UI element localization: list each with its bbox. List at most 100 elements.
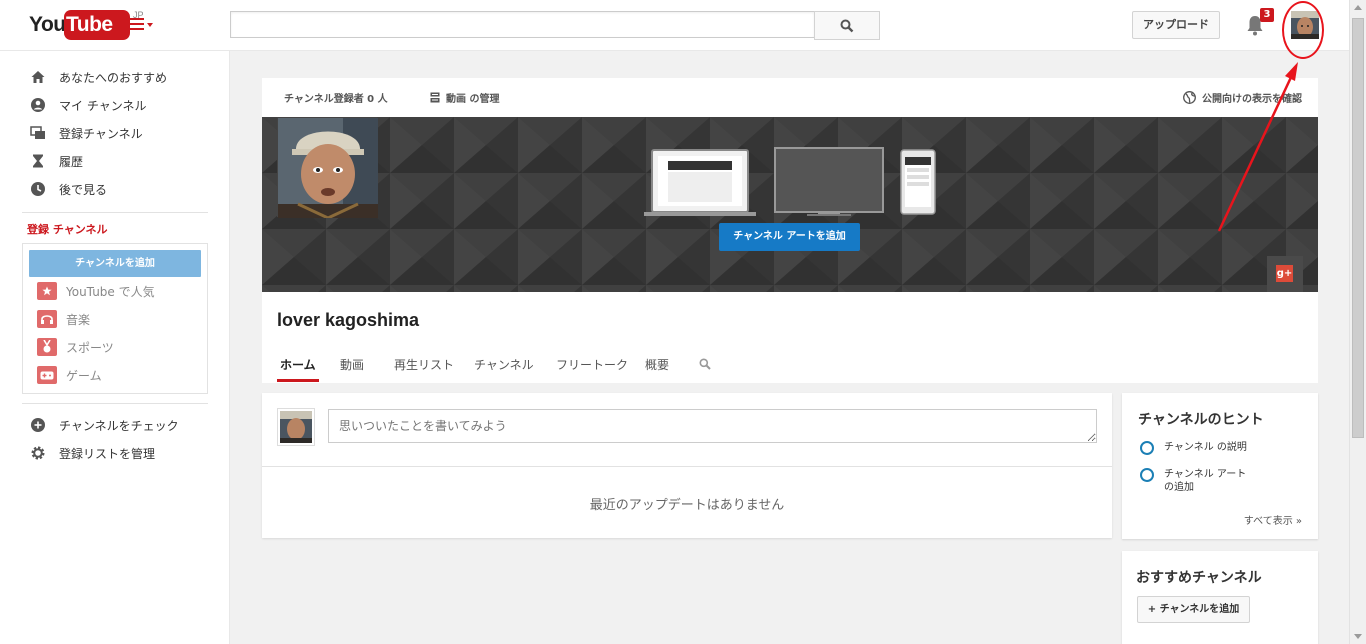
subscriptions-icon xyxy=(30,126,45,139)
google-plus-link[interactable]: g+ xyxy=(1267,256,1303,292)
sidebar-item-subscriptions[interactable]: 登録チャンネル xyxy=(30,123,143,143)
sidebar-item-label: 履歴 xyxy=(59,154,84,169)
sidebar-item-label: あなたへのおすすめ xyxy=(59,70,168,85)
add-channel-art-button[interactable]: チャンネル アートを追加 xyxy=(719,223,860,251)
logo-tube-text: Tube xyxy=(66,13,113,36)
upload-button[interactable]: アップロード xyxy=(1132,11,1220,39)
sidebar-item-manage-subscriptions[interactable]: 登録リストを管理 xyxy=(30,443,155,463)
home-icon xyxy=(31,71,45,83)
channel-avatar[interactable] xyxy=(277,117,378,220)
guide-menu-button[interactable] xyxy=(130,18,156,34)
tab-home[interactable]: ホーム xyxy=(280,356,316,373)
search-input[interactable] xyxy=(230,11,814,38)
subscriptions-box: チャンネルを追加 YouTube で人気 音楽 スポーツ ゲーム xyxy=(22,243,208,394)
phone-device-illustration xyxy=(900,149,936,215)
channel-avatar-image xyxy=(278,118,378,220)
scroll-up-icon[interactable] xyxy=(1354,5,1362,10)
tab-channels[interactable]: チャンネル xyxy=(474,356,534,373)
channel-tips-title: チャンネルのヒント xyxy=(1138,412,1264,428)
tip-item-label: チャンネル の説明 xyxy=(1164,442,1247,453)
add-recommended-channel-button[interactable]: + チャンネルを追加 xyxy=(1137,596,1250,623)
search-button[interactable] xyxy=(814,11,880,40)
subscription-item-games[interactable]: ゲーム xyxy=(37,366,102,384)
tip-item-description[interactable]: チャンネル の説明 xyxy=(1140,441,1247,455)
tip-ring-icon xyxy=(1140,468,1154,482)
channel-name-bar: lover kagoshima ホーム 動画 再生リスト チャンネル フリートー… xyxy=(262,292,1318,383)
tip-item-channel-art[interactable]: チャンネル アート の追加 xyxy=(1140,468,1246,494)
subscription-item-sports[interactable]: スポーツ xyxy=(37,338,114,356)
empty-feed-message: 最近のアップデートはありません xyxy=(589,498,785,513)
banner-pattern xyxy=(262,117,1318,292)
recommended-channels-title: おすすめチャンネル xyxy=(1136,570,1262,586)
feed-divider xyxy=(262,466,1112,467)
sidebar-item-label: 登録リストを管理 xyxy=(59,446,156,461)
post-input[interactable] xyxy=(328,409,1097,443)
view-as-public-label: 公開向けの表示を確認 xyxy=(1202,94,1302,105)
channel-header-bar: チャンネル登録者 0 人 動画 の管理 公開向けの表示を確認 xyxy=(262,78,1318,117)
active-tab-indicator xyxy=(277,379,319,382)
sidebar-divider xyxy=(22,212,208,213)
scrollbar-thumb[interactable] xyxy=(1352,18,1364,438)
sidebar-divider xyxy=(22,403,208,404)
channel-feed: 最近のアップデートはありません xyxy=(262,393,1112,538)
medal-icon xyxy=(37,338,57,356)
sidebar-item-label: チャンネルをチェック xyxy=(59,418,179,433)
tab-discussion[interactable]: フリートーク xyxy=(556,356,628,373)
clock-icon xyxy=(31,182,45,196)
subscription-item-popular[interactable]: YouTube で人気 xyxy=(37,282,155,300)
channel-tips-card: チャンネルのヒント チャンネル の説明 チャンネル アート の追加 すべて表示 … xyxy=(1122,393,1318,539)
tab-playlists[interactable]: 再生リスト xyxy=(394,356,454,373)
subscription-item-label: YouTube で人気 xyxy=(66,284,155,299)
view-as-public-link[interactable]: 公開向けの表示を確認 xyxy=(1183,90,1302,105)
hourglass-icon xyxy=(33,154,43,168)
subscription-item-label: 音楽 xyxy=(66,312,91,327)
channel-banner: チャンネル アートを追加 g+ xyxy=(262,117,1318,292)
logo-you-text: You xyxy=(29,13,66,36)
post-avatar xyxy=(277,408,315,446)
recommended-channels-card: おすすめチャンネル + チャンネルを追加 xyxy=(1122,551,1318,644)
channel-search-icon[interactable] xyxy=(699,358,711,370)
gamepad-icon xyxy=(37,366,57,384)
subscriber-count: チャンネル登録者 0 人 xyxy=(284,94,388,105)
sidebar-item-my-channel[interactable]: マイ チャンネル xyxy=(30,95,146,115)
subscriptions-heading[interactable]: 登録 チャンネル xyxy=(27,221,108,237)
tip-item-label: チャンネル アート xyxy=(1164,469,1247,480)
search-icon xyxy=(840,19,854,33)
post-avatar-image xyxy=(280,411,312,443)
channel-title[interactable]: lover kagoshima xyxy=(277,310,419,331)
scroll-down-icon[interactable] xyxy=(1354,634,1362,639)
google-plus-icon: g+ xyxy=(1276,265,1293,282)
laptop-device-illustration xyxy=(644,149,756,216)
masthead: You Tube JP アップロード 3 xyxy=(0,0,1366,59)
tab-about[interactable]: 概要 xyxy=(645,356,669,373)
manage-videos-label: 動画 の管理 xyxy=(446,94,500,105)
subscription-item-music[interactable]: 音楽 xyxy=(37,310,90,328)
annotation-circle xyxy=(1282,1,1324,59)
sidebar-item-label: マイ チャンネル xyxy=(59,98,147,113)
headphones-icon xyxy=(37,310,57,328)
sidebar-item-label: 登録チャンネル xyxy=(59,126,143,141)
sidebar-item-browse-channels[interactable]: チャンネルをチェック xyxy=(30,415,179,435)
person-icon xyxy=(31,98,45,112)
sidebar-item-watch-later[interactable]: 後で見る xyxy=(30,179,107,199)
hamburger-icon xyxy=(130,18,144,30)
monitor-device-illustration xyxy=(774,147,884,216)
tip-item-label-group: チャンネル アート の追加 xyxy=(1164,468,1246,494)
sidebar-item-label: 後で見る xyxy=(59,182,108,197)
tip-ring-icon xyxy=(1140,441,1154,455)
manage-videos-link[interactable]: 動画 の管理 xyxy=(430,90,499,105)
subscription-item-label: ゲーム xyxy=(66,368,102,383)
gear-icon xyxy=(31,446,45,460)
page-scrollbar[interactable] xyxy=(1349,0,1366,644)
sidebar-item-history[interactable]: 履歴 xyxy=(30,151,83,171)
add-channel-button[interactable]: チャンネルを追加 xyxy=(29,250,201,277)
subscription-item-label: スポーツ xyxy=(66,340,114,355)
globe-icon xyxy=(1183,91,1196,104)
plus-circle-icon xyxy=(31,418,45,432)
tab-videos[interactable]: 動画 xyxy=(340,356,364,373)
sidebar-item-recommended[interactable]: あなたへのおすすめ xyxy=(30,67,167,87)
video-manager-icon xyxy=(430,92,440,103)
star-icon xyxy=(37,282,57,300)
chevron-down-icon xyxy=(147,23,153,27)
see-all-tips-link[interactable]: すべて表示 » xyxy=(1244,512,1302,527)
